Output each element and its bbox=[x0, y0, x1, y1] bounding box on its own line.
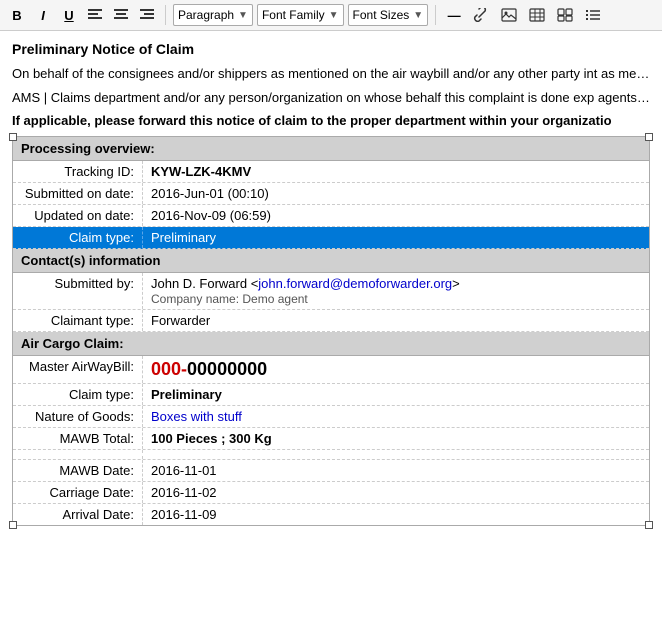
mawb-total-label: MAWB Total: bbox=[13, 428, 143, 449]
spacer-label bbox=[13, 450, 143, 459]
hr-button[interactable]: — bbox=[443, 4, 465, 26]
paragraph-arrow: ▼ bbox=[238, 10, 248, 21]
mawb-total-value: 100 Pieces ; 300 Kg bbox=[143, 428, 649, 449]
master-awb-label: Master AirWayBill: bbox=[13, 356, 143, 383]
image-button[interactable] bbox=[497, 4, 521, 26]
contact-name: John D. Forward < bbox=[151, 276, 258, 291]
arrival-date-label: Arrival Date: bbox=[13, 504, 143, 525]
carriage-date-label: Carriage Date: bbox=[13, 482, 143, 503]
tracking-id-label: Tracking ID: bbox=[13, 161, 143, 182]
table-row: Tracking ID: KYW-LZK-4KMV bbox=[13, 161, 649, 183]
updated-date-value: 2016-Nov-09 (06:59) bbox=[143, 205, 649, 226]
doc-title: Preliminary Notice of Claim bbox=[12, 41, 650, 57]
table-row: Claimant type: Forwarder bbox=[13, 310, 649, 332]
font-sizes-label: Font Sizes bbox=[353, 8, 410, 22]
nature-goods-value: Boxes with stuff bbox=[143, 406, 649, 427]
special-button[interactable] bbox=[553, 4, 577, 26]
table-row: MAWB Total: 100 Pieces ; 300 Kg bbox=[13, 428, 649, 450]
table-row: Claim type: Preliminary bbox=[13, 384, 649, 406]
resize-handle-tr[interactable] bbox=[645, 133, 653, 141]
submitted-by-value: John D. Forward <john.forward@demoforwar… bbox=[143, 273, 649, 309]
font-family-select[interactable]: Font Family ▼ bbox=[257, 4, 344, 26]
bold-button[interactable]: B bbox=[6, 4, 28, 26]
contact-close: > bbox=[452, 276, 460, 291]
italic-button[interactable]: I bbox=[32, 4, 54, 26]
mawb-date-value: 2016-11-01 bbox=[143, 460, 649, 481]
resize-handle-bl[interactable] bbox=[9, 521, 17, 529]
cargo-claim-type-label: Claim type: bbox=[13, 384, 143, 405]
paragraph-select[interactable]: Paragraph ▼ bbox=[173, 4, 253, 26]
doc-paragraph-2: AMS | Claims department and/or any perso… bbox=[12, 89, 650, 107]
table-row: Submitted by: John D. Forward <john.forw… bbox=[13, 273, 649, 310]
contacts-header: Contact(s) information bbox=[13, 249, 649, 273]
underline-button[interactable]: U bbox=[58, 4, 80, 26]
submitted-date-label: Submitted on date: bbox=[13, 183, 143, 204]
table-row: MAWB Date: 2016-11-01 bbox=[13, 460, 649, 482]
editor-toolbar: B I U Paragraph ▼ Font Family ▼ Font Siz… bbox=[0, 0, 662, 31]
company-name: Company name: Demo agent bbox=[151, 292, 308, 306]
awb-black-part: 00000000 bbox=[187, 359, 267, 379]
spacer-value bbox=[143, 450, 649, 459]
font-family-label: Font Family bbox=[262, 8, 325, 22]
mawb-date-label: MAWB Date: bbox=[13, 460, 143, 481]
updated-date-label: Updated on date: bbox=[13, 205, 143, 226]
doc-paragraph-1: On behalf of the consignees and/or shipp… bbox=[12, 65, 650, 83]
divider-1 bbox=[165, 5, 166, 25]
resize-handle-br[interactable] bbox=[645, 521, 653, 529]
paragraph-label: Paragraph bbox=[178, 8, 234, 22]
align-center-button[interactable] bbox=[110, 4, 132, 26]
table-row: Arrival Date: 2016-11-09 bbox=[13, 504, 649, 525]
carriage-date-value: 2016-11-02 bbox=[143, 482, 649, 503]
processing-overview-table: Processing overview: Tracking ID: KYW-LZ… bbox=[12, 136, 650, 526]
editor-content: Preliminary Notice of Claim On behalf of… bbox=[0, 31, 662, 536]
divider-2 bbox=[435, 5, 436, 25]
align-left-button[interactable] bbox=[84, 4, 106, 26]
submitted-by-label: Submitted by: bbox=[13, 273, 143, 309]
font-family-arrow: ▼ bbox=[329, 10, 339, 21]
table-row: Updated on date: 2016-Nov-09 (06:59) bbox=[13, 205, 649, 227]
doc-paragraph-3: If applicable, please forward this notic… bbox=[12, 113, 650, 128]
nature-goods-label: Nature of Goods: bbox=[13, 406, 143, 427]
claim-type-label: Claim type: bbox=[13, 227, 143, 248]
air-cargo-header: Air Cargo Claim: bbox=[13, 332, 649, 356]
table-row: Submitted on date: 2016-Jun-01 (00:10) bbox=[13, 183, 649, 205]
arrival-date-value: 2016-11-09 bbox=[143, 504, 649, 525]
table-button[interactable] bbox=[525, 4, 549, 26]
list-button[interactable] bbox=[581, 4, 605, 26]
processing-overview-header: Processing overview: bbox=[13, 137, 649, 161]
resize-handle-tl[interactable] bbox=[9, 133, 17, 141]
table-row: Nature of Goods: Boxes with stuff bbox=[13, 406, 649, 428]
awb-red-part: 000- bbox=[151, 359, 187, 379]
claim-type-value: Preliminary bbox=[143, 227, 649, 248]
submitted-date-value: 2016-Jun-01 (00:10) bbox=[143, 183, 649, 204]
table-row: Carriage Date: 2016-11-02 bbox=[13, 482, 649, 504]
claimant-type-label: Claimant type: bbox=[13, 310, 143, 331]
claimant-type-value: Forwarder bbox=[143, 310, 649, 331]
table-row-spacer bbox=[13, 450, 649, 460]
font-sizes-arrow: ▼ bbox=[413, 10, 423, 21]
cargo-claim-type-value: Preliminary bbox=[143, 384, 649, 405]
align-right-button[interactable] bbox=[136, 4, 158, 26]
table-row-highlighted: Claim type: Preliminary bbox=[13, 227, 649, 249]
tracking-id-value: KYW-LZK-4KMV bbox=[143, 161, 649, 182]
table-row: Master AirWayBill: 000-00000000 bbox=[13, 356, 649, 384]
contact-email[interactable]: john.forward@demoforwarder.org bbox=[258, 276, 452, 291]
link-button[interactable] bbox=[469, 4, 493, 26]
master-awb-value: 000-00000000 bbox=[143, 356, 649, 383]
font-sizes-select[interactable]: Font Sizes ▼ bbox=[348, 4, 429, 26]
